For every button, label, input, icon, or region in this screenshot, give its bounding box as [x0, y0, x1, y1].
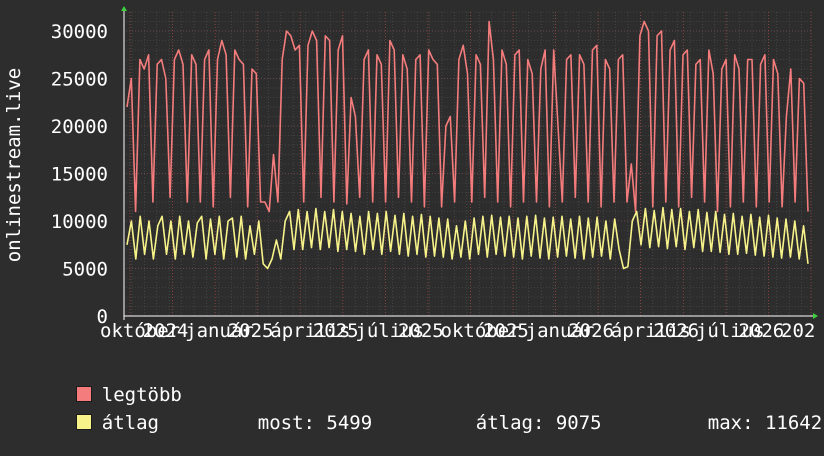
y-tick-labels: 050001000015000200002500030000: [51, 21, 108, 328]
y-axis-arrow: [121, 6, 127, 11]
x-tick-label: 2026: [568, 320, 614, 342]
x-axis-arrow: [813, 313, 818, 319]
x-tick-label: 2025: [228, 320, 274, 342]
legend-item-atlag: átlag: [30, 390, 159, 456]
y-axis-label: onlinestream.live: [3, 68, 25, 262]
stat-most: most: 5499: [212, 390, 372, 456]
stat-atlag-value: 9075: [555, 412, 602, 434]
stat-atlag: átlag: 9075: [430, 390, 602, 456]
stat-max: max: 11642: [662, 390, 822, 456]
stat-atlag-label: átlag:: [475, 412, 545, 434]
y-tick-label: 25000: [51, 69, 108, 91]
x-tick-label: 2025: [313, 320, 359, 342]
x-tick-label: 2025: [483, 320, 529, 342]
x-tick-label: 202: [781, 320, 815, 342]
y-tick-label: 5000: [62, 259, 108, 281]
x-tick-label: 2024: [143, 320, 189, 342]
x-tick-label: 2026: [653, 320, 699, 342]
y-tick-label: 10000: [51, 211, 108, 233]
chart-root: 0 5000 10000 15000 20000 25000 30000 október 20…: [0, 0, 824, 434]
legend-label-atlag: átlag: [101, 412, 159, 434]
y-tick-label: 30000: [51, 21, 108, 43]
x-tick-label: 2025: [398, 320, 444, 342]
legend-swatch-atlag: [75, 414, 92, 430]
x-tick-label: 2026: [738, 320, 784, 342]
stat-max-label: max:: [707, 412, 754, 434]
stat-max-value: 11642: [764, 412, 823, 434]
y-tick-label: 15000: [51, 164, 108, 186]
y-tick-label: 20000: [51, 116, 108, 138]
stat-most-label: most:: [257, 412, 315, 434]
line-chart: 050001000015000200002500030000 október20…: [3, 6, 818, 342]
x-tick-labels: október2024január2025április2025július20…: [100, 320, 815, 342]
stat-most-value: 5499: [326, 412, 373, 434]
